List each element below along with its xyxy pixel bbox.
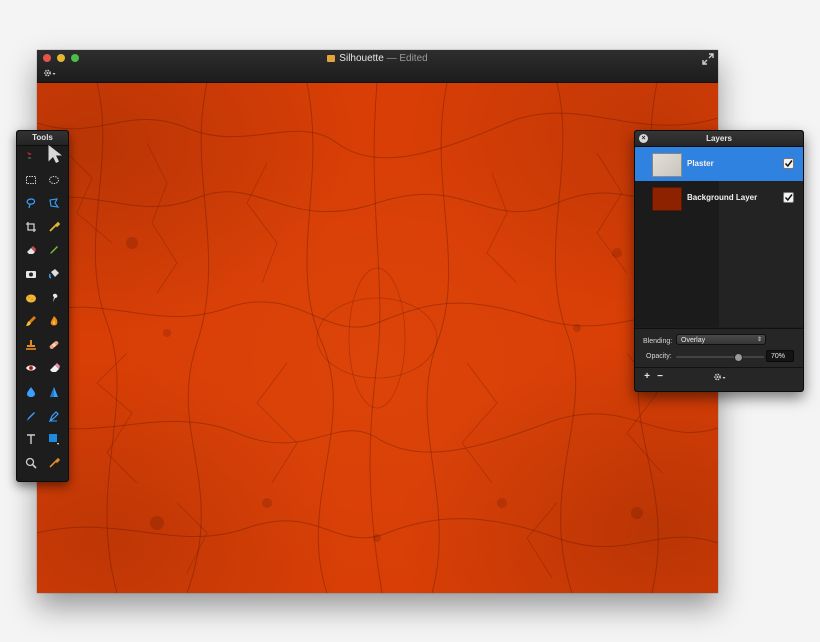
add-layer-button[interactable]: + [642, 372, 652, 382]
layers-title: Layers [706, 134, 732, 143]
layers-header: × Layers [635, 131, 803, 147]
eyedropper-tool-icon[interactable] [45, 218, 63, 236]
pencil-tool-icon[interactable] [45, 241, 63, 259]
layer-name: Background Layer [687, 193, 758, 202]
eraser-tool-icon[interactable] [45, 359, 63, 377]
remove-layer-button[interactable]: − [655, 372, 665, 382]
layers-panel: × Layers Plaster Background Layer Blendi… [634, 130, 804, 392]
color-picker-tool-icon[interactable] [45, 454, 63, 472]
text-tool-icon[interactable] [22, 430, 40, 448]
move-tool-icon[interactable] [45, 143, 67, 165]
layer-list: Plaster Background Layer [635, 147, 803, 327]
layers-footer: Blending: Overlay ⇕ Opacity: 70% + − [635, 328, 803, 391]
red-eye-tool-icon[interactable] [22, 359, 40, 377]
burn-tool-icon[interactable] [45, 312, 63, 330]
brush-tool-icon[interactable] [22, 312, 40, 330]
opacity-slider-thumb[interactable] [734, 353, 744, 362]
opacity-field[interactable]: 70% [766, 350, 794, 362]
shape-tool-icon[interactable] [45, 430, 63, 448]
arrange-tool-icon[interactable] [22, 147, 40, 165]
document-window: Silhouette — Edited [37, 50, 718, 593]
smudge-tool-icon[interactable] [45, 289, 63, 307]
tools-palette: Tools [16, 130, 69, 482]
gear-icon[interactable] [43, 68, 59, 78]
opacity-label: Opacity: [646, 353, 672, 360]
document-name: Silhouette [339, 53, 384, 64]
layer-thumbnail [652, 153, 682, 177]
plaster-texture [37, 83, 718, 593]
lasso-tool-icon[interactable] [22, 194, 40, 212]
eraser-wand-tool-icon[interactable] [22, 241, 40, 259]
blending-label: Blending: [643, 338, 673, 345]
ellipse-select-tool-icon[interactable] [45, 171, 63, 189]
select-arrows-icon: ⇕ [756, 337, 762, 343]
layer-row-background[interactable]: Background Layer [635, 181, 803, 215]
opacity-slider[interactable] [676, 353, 764, 362]
blending-value: Overlay [681, 337, 706, 344]
bandage-tool-icon[interactable] [45, 336, 63, 354]
rect-select-tool-icon[interactable] [22, 171, 40, 189]
layer-visibility-checkbox[interactable] [783, 158, 794, 169]
window-title: Silhouette — Edited [37, 52, 718, 66]
gear-icon[interactable] [713, 372, 727, 382]
sponge-tool-icon[interactable] [22, 289, 40, 307]
sharpen-tool-icon[interactable] [45, 383, 63, 401]
edited-status: — Edited [386, 53, 428, 64]
blur-tool-icon[interactable] [22, 383, 40, 401]
layer-row-plaster[interactable]: Plaster [635, 147, 803, 181]
pen-tool-icon[interactable] [22, 407, 40, 425]
crop-tool-icon[interactable] [22, 218, 40, 236]
magic-wand-tool-icon[interactable] [22, 265, 40, 283]
layer-visibility-checkbox[interactable] [783, 192, 794, 203]
clone-stamp-tool-icon[interactable] [22, 336, 40, 354]
fullscreen-icon[interactable] [702, 52, 714, 65]
image-canvas[interactable] [37, 83, 718, 593]
layer-name: Plaster [687, 159, 714, 168]
paint-bucket-tool-icon[interactable] [45, 265, 63, 283]
vector-pen-tool-icon[interactable] [45, 407, 63, 425]
title-bar: Silhouette — Edited [37, 50, 718, 83]
blending-select[interactable]: Overlay ⇕ [676, 334, 766, 345]
zoom-tool-icon[interactable] [22, 454, 40, 472]
layer-thumbnail [652, 187, 682, 211]
document-icon [327, 55, 336, 62]
polygon-lasso-tool-icon[interactable] [45, 194, 63, 212]
